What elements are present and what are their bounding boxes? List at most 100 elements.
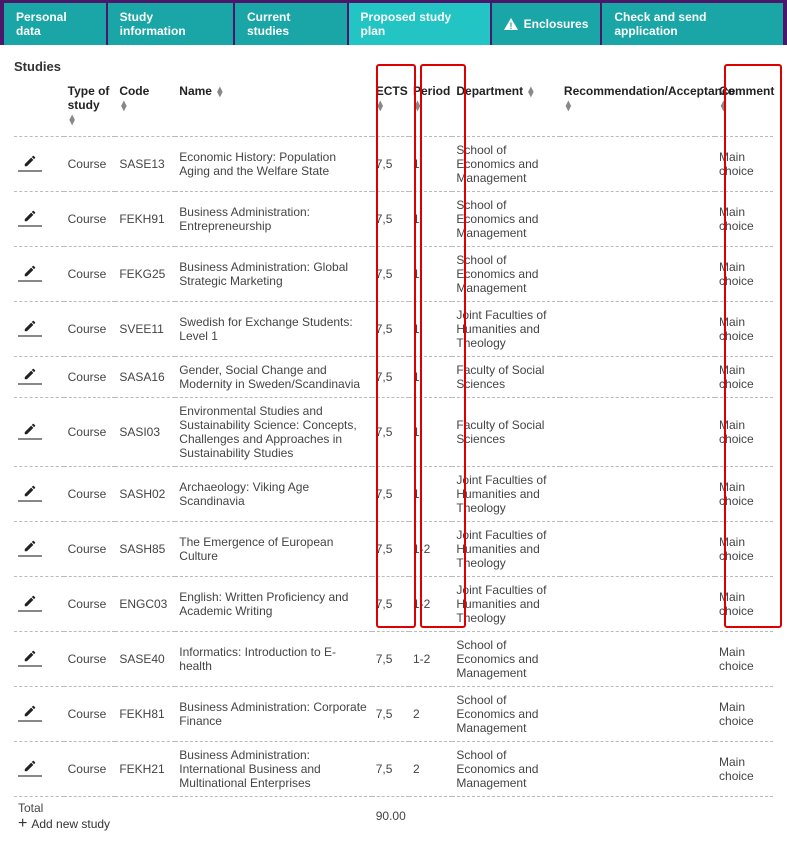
col-label: Period xyxy=(413,84,450,98)
cell-recommendation xyxy=(560,247,715,302)
cell-code: SASE40 xyxy=(115,632,175,687)
cell-name: Business Administration: Entrepreneurshi… xyxy=(175,192,371,247)
edit-button[interactable] xyxy=(18,319,42,337)
cell-type: Course xyxy=(64,742,116,797)
col-header-edit xyxy=(14,80,64,137)
sort-icon xyxy=(378,100,383,112)
edit-button[interactable] xyxy=(18,704,42,722)
tab-bar: Personal data Study information Current … xyxy=(0,0,787,45)
cell-name: Business Administration: Corporate Finan… xyxy=(175,687,371,742)
edit-button[interactable] xyxy=(18,154,42,172)
cell-comment: Main choice xyxy=(715,467,773,522)
studies-table: Type of study Code Name ECTS Period Depa… xyxy=(14,80,773,837)
cell-ects: 7,5 xyxy=(372,577,409,632)
cell-recommendation xyxy=(560,137,715,192)
svg-text:!: ! xyxy=(509,21,512,30)
sort-icon xyxy=(415,100,420,112)
col-header-comment[interactable]: Comment xyxy=(715,80,773,137)
cell-comment: Main choice xyxy=(715,577,773,632)
edit-button[interactable] xyxy=(18,649,42,667)
cell-recommendation xyxy=(560,687,715,742)
table-row: CourseSASI03Environmental Studies and Su… xyxy=(14,398,773,467)
cell-code: SASH02 xyxy=(115,467,175,522)
edit-button[interactable] xyxy=(18,759,42,777)
warning-icon: ! xyxy=(504,18,518,30)
edit-button[interactable] xyxy=(18,539,42,557)
cell-name: Swedish for Exchange Students: Level 1 xyxy=(175,302,371,357)
cell-ects: 7,5 xyxy=(372,398,409,467)
cell-period: 1-2 xyxy=(409,632,452,687)
cell-period: 1 xyxy=(409,137,452,192)
col-header-code[interactable]: Code xyxy=(115,80,175,137)
cell-recommendation xyxy=(560,302,715,357)
col-header-ects[interactable]: ECTS xyxy=(372,80,409,137)
cell-period: 2 xyxy=(409,687,452,742)
tab-current-studies[interactable]: Current studies xyxy=(235,3,347,45)
cell-name: Business Administration: Global Strategi… xyxy=(175,247,371,302)
cell-type: Course xyxy=(64,357,116,398)
table-row: CourseFEKG25Business Administration: Glo… xyxy=(14,247,773,302)
cell-period: 1 xyxy=(409,467,452,522)
table-row: CourseFEKH91Business Administration: Ent… xyxy=(14,192,773,247)
cell-ects: 7,5 xyxy=(372,522,409,577)
cell-ects: 7,5 xyxy=(372,687,409,742)
cell-name: Archaeology: Viking Age Scandinavia xyxy=(175,467,371,522)
col-header-name[interactable]: Name xyxy=(175,80,371,137)
cell-period: 1 xyxy=(409,302,452,357)
cell-type: Course xyxy=(64,192,116,247)
cell-comment: Main choice xyxy=(715,192,773,247)
cell-comment: Main choice xyxy=(715,687,773,742)
plus-icon: + xyxy=(18,818,27,830)
tab-proposed-study-plan[interactable]: Proposed study plan xyxy=(349,3,490,45)
table-row: CourseSASE40Informatics: Introduction to… xyxy=(14,632,773,687)
edit-button[interactable] xyxy=(18,484,42,502)
cell-code: SASA16 xyxy=(115,357,175,398)
edit-button[interactable] xyxy=(18,594,42,612)
cell-name: Informatics: Introduction to E-health xyxy=(175,632,371,687)
cell-period: 1 xyxy=(409,357,452,398)
col-label: Name xyxy=(179,84,212,98)
tab-label: Check and send application xyxy=(614,10,771,38)
col-label: Code xyxy=(119,84,149,98)
edit-button[interactable] xyxy=(18,367,42,385)
cell-name: Economic History: Population Aging and t… xyxy=(175,137,371,192)
cell-name: English: Written Proficiency and Academi… xyxy=(175,577,371,632)
total-ects: 90.00 xyxy=(372,797,409,838)
cell-ects: 7,5 xyxy=(372,467,409,522)
cell-name: Business Administration: International B… xyxy=(175,742,371,797)
cell-recommendation xyxy=(560,742,715,797)
cell-department: School of Economics and Management xyxy=(452,137,560,192)
cell-type: Course xyxy=(64,577,116,632)
cell-ects: 7,5 xyxy=(372,357,409,398)
tab-enclosures[interactable]: ! Enclosures xyxy=(492,3,601,45)
col-header-recommendation[interactable]: Recommendation/Acceptance xyxy=(560,80,715,137)
edit-button[interactable] xyxy=(18,264,42,282)
cell-name: Gender, Social Change and Modernity in S… xyxy=(175,357,371,398)
cell-comment: Main choice xyxy=(715,357,773,398)
cell-recommendation xyxy=(560,522,715,577)
tab-personal-data[interactable]: Personal data xyxy=(4,3,106,45)
cell-recommendation xyxy=(560,357,715,398)
cell-period: 1 xyxy=(409,192,452,247)
edit-button[interactable] xyxy=(18,422,42,440)
tab-study-information[interactable]: Study information xyxy=(108,3,233,45)
cell-period: 2 xyxy=(409,742,452,797)
cell-department: Joint Faculties of Humanities and Theolo… xyxy=(452,577,560,632)
col-header-type[interactable]: Type of study xyxy=(64,80,116,137)
edit-button[interactable] xyxy=(18,209,42,227)
col-label: Type of study xyxy=(68,84,110,112)
add-new-study-button[interactable]: + Add new study xyxy=(18,817,110,831)
cell-recommendation xyxy=(560,577,715,632)
col-header-department[interactable]: Department xyxy=(452,80,560,137)
cell-department: Joint Faculties of Humanities and Theolo… xyxy=(452,302,560,357)
tab-label: Current studies xyxy=(247,10,335,38)
table-row: CourseSASH02Archaeology: Viking Age Scan… xyxy=(14,467,773,522)
cell-period: 1-2 xyxy=(409,522,452,577)
col-label: Recommendation/Acceptance xyxy=(564,84,735,98)
table-row: CourseFEKH21Business Administration: Int… xyxy=(14,742,773,797)
col-header-period[interactable]: Period xyxy=(409,80,452,137)
table-row: CourseSASH85The Emergence of European Cu… xyxy=(14,522,773,577)
tab-check-and-send[interactable]: Check and send application xyxy=(602,3,783,45)
cell-comment: Main choice xyxy=(715,522,773,577)
cell-ects: 7,5 xyxy=(372,632,409,687)
